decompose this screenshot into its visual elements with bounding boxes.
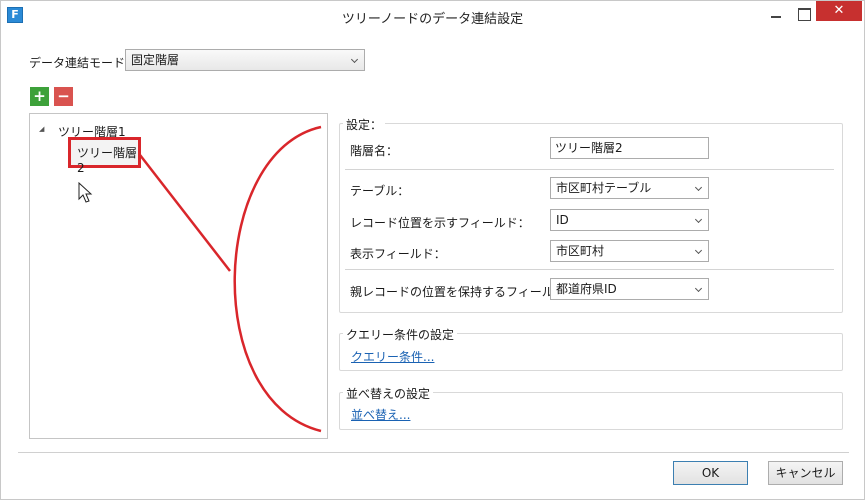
display-field-select[interactable]: 市区町村 <box>550 240 709 262</box>
record-position-select[interactable]: ID <box>550 209 709 231</box>
footer-divider <box>18 452 849 453</box>
table-label: テーブル： <box>350 184 410 198</box>
level-name-input[interactable]: ツリー階層2 <box>550 137 709 159</box>
record-position-label: レコード位置を示すフィールド： <box>350 216 530 230</box>
table-select-value: 市区町村テーブル <box>556 181 652 195</box>
chevron-down-icon <box>694 246 703 255</box>
dialog-window: F ツリーノードのデータ連結設定 ✕ データ連結モード： 固定階層 + − ◢ … <box>0 0 865 500</box>
display-field-value: 市区町村 <box>556 244 605 258</box>
settings-group-title: 設定： <box>343 116 386 133</box>
display-field-label: 表示フィールド： <box>350 247 446 261</box>
cancel-button[interactable]: キャンセル <box>768 461 843 485</box>
chevron-down-icon <box>694 183 703 192</box>
divider <box>345 269 834 270</box>
parent-position-label: 親レコードの位置を保持するフィールド： <box>350 285 578 299</box>
table-select[interactable]: 市区町村テーブル <box>550 177 709 199</box>
query-group-title: クエリー条件の設定 <box>343 326 458 343</box>
parent-position-value: 都道府県ID <box>556 282 617 296</box>
parent-position-select[interactable]: 都道府県ID <box>550 278 709 300</box>
sort-link[interactable]: 並べ替え... <box>351 406 410 423</box>
divider <box>345 169 834 170</box>
chevron-down-icon <box>694 284 703 293</box>
level-name-value: ツリー階層2 <box>555 141 623 155</box>
level-name-label: 階層名： <box>350 144 399 158</box>
ok-button[interactable]: OK <box>673 461 748 485</box>
sort-group-title: 並べ替えの設定 <box>343 385 434 402</box>
query-conditions-link[interactable]: クエリー条件... <box>351 348 434 365</box>
record-position-value: ID <box>556 213 569 227</box>
chevron-down-icon <box>694 215 703 224</box>
